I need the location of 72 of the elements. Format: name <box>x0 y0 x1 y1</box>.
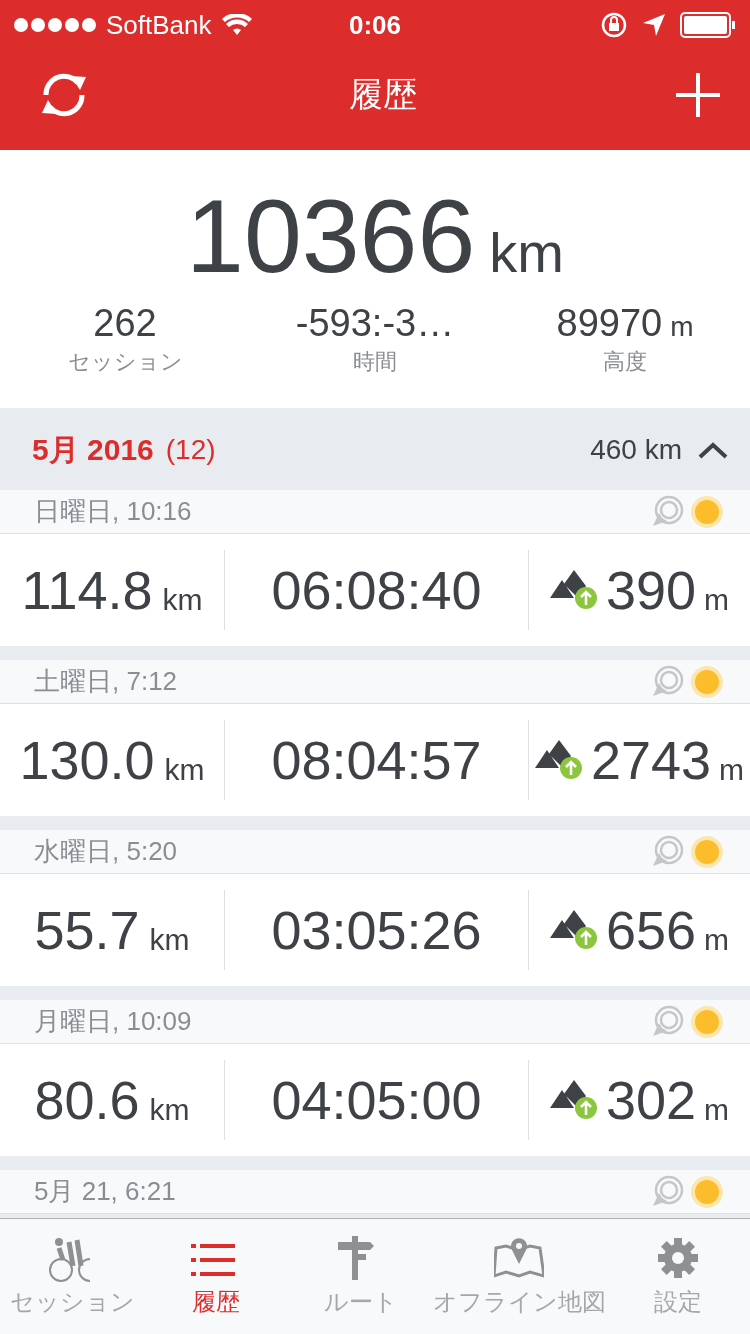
distance-unit: km <box>149 923 190 957</box>
session-distance: 114.8 <box>21 559 153 621</box>
ascent-unit: m <box>704 1093 730 1127</box>
month-header[interactable]: 5月 2016 (12) 460 km <box>0 410 750 490</box>
session-count: (12) <box>165 434 216 466</box>
stat-value: 262 <box>93 302 157 345</box>
distance-unit: km <box>149 1093 190 1127</box>
stat-unit: m <box>670 311 694 343</box>
wifi-icon <box>221 14 252 36</box>
session-distance: 80.6 <box>34 1069 140 1131</box>
session-distance: 55.7 <box>34 899 140 961</box>
session-duration: 04:05:00 <box>271 1069 482 1131</box>
session-header[interactable]: 5月 21, 6:21 <box>0 1170 750 1214</box>
distance-unit: km <box>162 583 203 617</box>
ascent-icon <box>549 1080 598 1120</box>
ascent-icon <box>549 570 598 610</box>
month-title: 5月 2016 <box>32 431 154 468</box>
stat-value: -593:-3… <box>295 302 455 345</box>
session-date: 5月 21, 6:21 <box>34 1175 176 1208</box>
ascent-icon <box>534 740 583 780</box>
session-ascent: 302 <box>605 1069 697 1131</box>
session-date: 土曜日, 7:12 <box>34 665 178 698</box>
location-arrow-icon <box>642 13 666 37</box>
carrier-name: SoftBank <box>106 9 212 41</box>
session-ascent: 390 <box>605 559 697 621</box>
month-distance: 460 km <box>590 434 682 466</box>
stat-label: 高度 <box>603 348 647 376</box>
session-header[interactable]: 土曜日, 7:12 <box>0 660 750 704</box>
session-ascent: 656 <box>605 899 697 961</box>
session-date: 水曜日, 5:20 <box>34 835 178 868</box>
session-header[interactable]: 月曜日, 10:09 <box>0 1000 750 1044</box>
tab-item[interactable]: 履歴 <box>144 1219 289 1334</box>
navigation-icon <box>650 1174 684 1209</box>
stat-value: 89970 <box>556 302 663 345</box>
session-duration: 03:05:26 <box>271 899 482 961</box>
total-distance: 10366 <box>186 180 476 292</box>
battery-icon <box>680 12 736 38</box>
session-distance: 130.0 <box>19 729 155 791</box>
add-icon[interactable] <box>676 73 720 117</box>
navigation-icon <box>650 1004 684 1039</box>
distance-unit: km <box>489 220 564 285</box>
ascent-unit: m <box>719 753 745 787</box>
stat-label: 時間 <box>353 348 397 376</box>
session-header[interactable]: 水曜日, 5:20 <box>0 830 750 874</box>
navigation-icon <box>650 494 684 529</box>
stat-label: セッション <box>67 348 183 376</box>
sun-icon <box>690 1004 724 1039</box>
signal-icon <box>14 18 96 32</box>
distance-unit: km <box>164 753 205 787</box>
ascent-icon <box>549 910 598 950</box>
ascent-unit: m <box>704 583 730 617</box>
session-duration: 06:08:40 <box>271 559 482 621</box>
ascent-unit: m <box>704 923 730 957</box>
session-ascent: 2743 <box>590 729 712 791</box>
tab-item[interactable]: 設定 <box>605 1219 750 1334</box>
navigation-icon <box>650 834 684 869</box>
navigation-icon <box>650 664 684 699</box>
session-date: 月曜日, 10:09 <box>34 1005 192 1038</box>
tab-item[interactable]: オフライン地図 <box>432 1219 606 1334</box>
sun-icon <box>690 1174 724 1209</box>
session-header[interactable]: 日曜日, 10:16 <box>0 490 750 534</box>
screen-title: 履歴 <box>349 74 417 115</box>
sun-icon <box>690 664 724 699</box>
tab-item[interactable]: セッション <box>0 1219 145 1334</box>
chevron-up-icon[interactable] <box>698 441 728 459</box>
session-duration: 08:04:57 <box>271 729 482 791</box>
sun-icon <box>690 834 724 869</box>
rotation-lock-icon <box>600 11 628 39</box>
status-time: 0:06 <box>349 9 402 41</box>
sun-icon <box>690 494 724 529</box>
session-date: 日曜日, 10:16 <box>34 495 192 528</box>
tab-item[interactable]: ルート <box>288 1219 433 1334</box>
